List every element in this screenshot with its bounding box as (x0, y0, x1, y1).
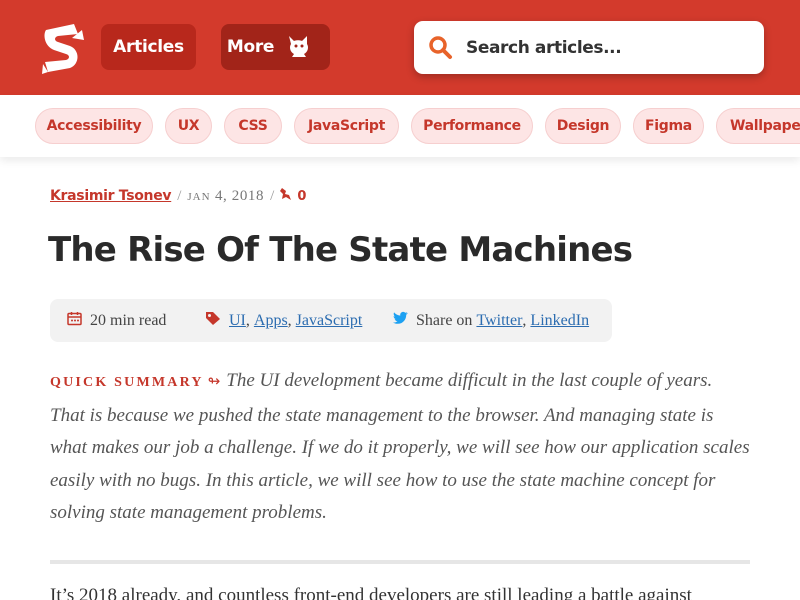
search-input[interactable] (466, 21, 756, 74)
nav-articles-button[interactable]: Articles (101, 24, 196, 70)
publish-date: Jan 4, 2018 (187, 188, 264, 205)
tag-wallpapers[interactable]: Wallpapers (716, 108, 800, 144)
twitter-bird-icon (392, 311, 416, 330)
article-title: The Rise Of The State Machines (48, 230, 633, 270)
quick-summary-text: The UI development became difficult in t… (50, 370, 750, 523)
tag-link-ui[interactable]: UI (229, 312, 246, 330)
calendar-icon (67, 311, 90, 331)
comment-icon (280, 187, 292, 205)
smashing-logo-icon[interactable] (40, 20, 86, 76)
article-tags: UI, Apps, JavaScript (205, 299, 362, 342)
curly-arrow-icon: ↬ (207, 374, 221, 390)
category-tag-bar: Accessibility UX CSS JavaScript Performa… (0, 95, 800, 157)
search-box[interactable] (414, 21, 764, 74)
byline-separator: / (177, 187, 182, 204)
nav-more-label: More (226, 37, 275, 57)
share-twitter-link[interactable]: Twitter (476, 312, 522, 330)
comments-count: 0 (297, 188, 307, 204)
tag-label: JavaScript (307, 118, 386, 134)
tag-css[interactable]: CSS (224, 108, 282, 144)
tag-figma[interactable]: Figma (633, 108, 704, 144)
date-day-year: 4, 2018 (214, 187, 265, 204)
tag-design[interactable]: Design (545, 108, 621, 144)
share-label: Share on (416, 311, 473, 329)
quick-summary: Quick Summary ↬ The UI development became … (50, 365, 750, 530)
tag-label: Wallpapers (730, 118, 800, 134)
tag-performance[interactable]: Performance (411, 108, 533, 144)
article-meta-box: 20 min read UI, Apps, JavaScript Share o… (50, 299, 612, 342)
tag-icon (205, 311, 229, 331)
date-month: Jan (187, 190, 211, 203)
tag-label: Figma (645, 118, 692, 134)
author-link[interactable]: Krasimir Tsonev (50, 188, 172, 204)
read-time: 20 min read (67, 299, 166, 342)
tag-label: UX (177, 118, 200, 134)
tag-ux[interactable]: UX (165, 108, 212, 144)
search-icon[interactable] (428, 35, 454, 61)
nav-articles-label: Articles (113, 37, 184, 57)
tag-label: Design (556, 118, 610, 134)
nav-more-button[interactable]: More (221, 24, 330, 70)
share-links: Share on Twitter, LinkedIn (392, 299, 589, 342)
tag-link-javascript[interactable]: JavaScript (296, 312, 363, 330)
byline-separator: / (270, 187, 275, 204)
article-body-first-line: It’s 2018 already, and countless front-e… (50, 585, 692, 600)
tag-label: CSS (238, 118, 268, 134)
comments-link[interactable]: 0 (280, 187, 306, 205)
cat-icon (286, 32, 312, 63)
tag-javascript[interactable]: JavaScript (294, 108, 399, 144)
site-header: Articles More (0, 0, 800, 95)
summary-divider (50, 560, 750, 564)
tag-accessibility[interactable]: Accessibility (35, 108, 153, 144)
quick-summary-label: Quick Summary (50, 375, 204, 390)
article-byline: Krasimir Tsonev / Jan 4, 2018 / 0 (50, 186, 306, 206)
share-linkedin-link[interactable]: LinkedIn (530, 312, 589, 330)
tag-label: Performance (423, 118, 521, 134)
read-time-text: 20 min read (90, 311, 167, 329)
tag-link-apps[interactable]: Apps (254, 312, 288, 330)
tag-label: Accessibility (46, 118, 142, 134)
